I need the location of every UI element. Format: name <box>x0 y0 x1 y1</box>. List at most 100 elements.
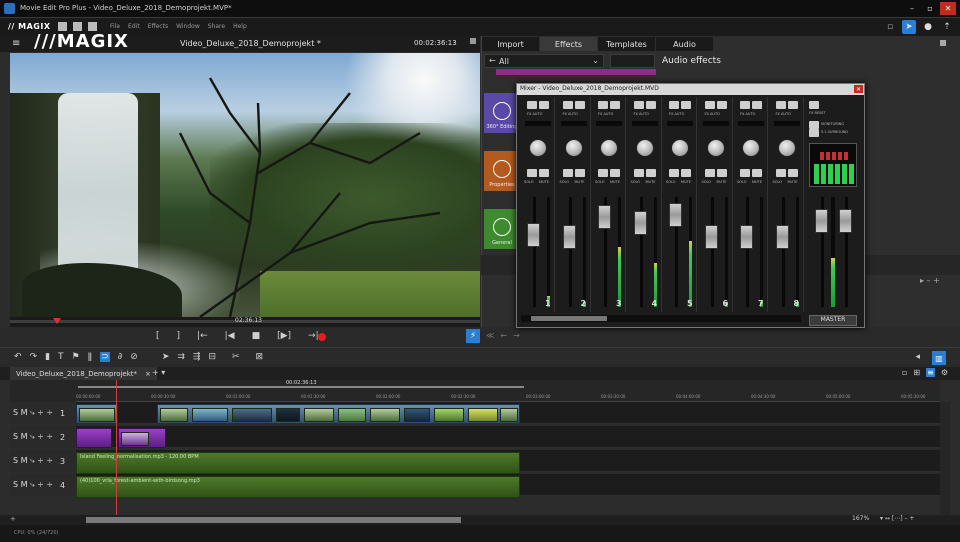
upload-icon[interactable]: ⇡ <box>940 20 954 34</box>
settings-icon[interactable]: ● <box>921 20 935 34</box>
surround-button[interactable] <box>809 129 819 137</box>
timeline-settings-icon[interactable]: ⚙ <box>941 368 948 377</box>
pan-knob[interactable] <box>564 139 583 157</box>
fx-button[interactable] <box>704 101 715 109</box>
fx-button[interactable] <box>562 101 573 109</box>
pan-knob[interactable] <box>671 139 689 157</box>
add-tab-icon[interactable]: + ▾ <box>152 368 165 377</box>
dot-icon[interactable]: ▫ <box>883 20 897 34</box>
unlink-icon[interactable]: ⊘ <box>130 352 138 362</box>
solo-button[interactable] <box>669 169 679 177</box>
transport-button-5[interactable]: [▶] <box>277 331 291 341</box>
fx-slot[interactable] <box>596 121 622 126</box>
minimize-button[interactable]: – <box>904 2 920 15</box>
ripple-icon[interactable]: ⇶ <box>193 352 201 362</box>
tab-effects[interactable]: Effects <box>540 37 597 51</box>
mute-button[interactable] <box>752 169 762 177</box>
fx-button[interactable] <box>527 101 537 109</box>
solo-button[interactable] <box>527 169 537 177</box>
transport-button-0[interactable]: [ <box>156 331 160 341</box>
volume-fader[interactable] <box>704 225 718 249</box>
range-icon[interactable]: ⊟ <box>208 352 216 362</box>
timeline-vertical-scrollbar[interactable] <box>940 402 950 515</box>
solo-button[interactable] <box>633 169 644 177</box>
fx-button[interactable] <box>610 101 620 109</box>
open-folder-icon[interactable] <box>73 22 82 31</box>
mixer-window[interactable]: Mixer - Video_Deluxe_2018_Demoprojekt.MV… <box>516 83 865 328</box>
flash-button[interactable]: ⚡ <box>466 329 480 343</box>
fx-button[interactable] <box>740 101 750 109</box>
forward-icon[interactable]: → <box>513 331 520 340</box>
volume-fader[interactable] <box>527 223 540 247</box>
fader-track[interactable] <box>746 197 749 307</box>
save-icon[interactable] <box>88 22 97 31</box>
fx-button[interactable] <box>787 101 798 109</box>
mute-button[interactable] <box>787 169 798 177</box>
collapse-icon[interactable]: ≪ <box>486 331 494 340</box>
category-1[interactable]: Properties <box>484 151 520 191</box>
scene-view-icon[interactable]: ⊞ <box>913 368 920 377</box>
marker-icon[interactable]: ⚑ <box>72 352 80 362</box>
timeline-scroll-thumb[interactable] <box>86 517 461 523</box>
fx-slot[interactable] <box>525 121 551 126</box>
pan-knob[interactable] <box>706 139 725 157</box>
title-clip[interactable] <box>76 428 112 448</box>
transport-button-3[interactable]: |◀ <box>225 331 235 341</box>
panel-options-icon[interactable] <box>940 40 946 46</box>
fx-button[interactable] <box>645 101 656 109</box>
volume-fader[interactable] <box>562 225 576 249</box>
mixer-titlebar[interactable]: Mixer - Video_Deluxe_2018_Demoprojekt.MV… <box>517 84 864 95</box>
menu-help[interactable]: Help <box>233 23 247 30</box>
solo-button[interactable] <box>562 169 573 177</box>
mute-button[interactable] <box>716 169 727 177</box>
track-controls[interactable]: S M ⤷ ÷ ÷ <box>13 480 53 490</box>
redo-icon[interactable]: ↷ <box>30 352 38 362</box>
mute-button[interactable] <box>574 169 585 177</box>
volume-fader[interactable] <box>598 205 611 229</box>
title-clip[interactable] <box>118 428 166 448</box>
timeline-horizontal-scrollbar[interactable]: + 167% ▾ ↔ [⋯] – + <box>0 515 960 525</box>
tab-templates[interactable]: Templates <box>598 37 655 51</box>
close-button[interactable]: ✕ <box>940 2 956 15</box>
menu-edit[interactable]: Edit <box>128 23 140 30</box>
magnet-icon[interactable]: ⊃ <box>100 352 110 362</box>
transport-button-4[interactable]: ■ <box>252 331 261 341</box>
mixer-close-button[interactable]: ✕ <box>854 85 863 93</box>
mute-button[interactable] <box>610 169 620 177</box>
fx-button[interactable] <box>681 101 691 109</box>
trim-icon[interactable]: ⇉ <box>177 352 185 362</box>
fader-track[interactable] <box>710 197 714 307</box>
export-range-icon[interactable]: ⊠ <box>256 352 264 362</box>
fx-button[interactable] <box>716 101 727 109</box>
mixer-scrollbar[interactable] <box>521 315 801 322</box>
record-button[interactable] <box>318 333 326 341</box>
menu-share[interactable]: Share <box>208 23 225 30</box>
volume-fader[interactable] <box>669 203 682 227</box>
master-fader-right[interactable] <box>839 209 852 233</box>
pointer-icon[interactable]: ➤ <box>162 352 170 362</box>
hamburger-menu-icon[interactable]: ≡ <box>12 38 20 49</box>
track-lane[interactable] <box>76 426 940 448</box>
fader-track[interactable] <box>568 197 572 307</box>
mixer-toggle-button[interactable]: ▥ <box>932 351 946 365</box>
volume-fader[interactable] <box>633 211 647 235</box>
video-clip[interactable] <box>157 404 520 424</box>
mixer-scroll-thumb[interactable] <box>531 316 607 321</box>
transport-button-2[interactable]: |← <box>197 331 208 341</box>
track-controls[interactable]: S M ⤷ ÷ ÷ <box>13 432 53 442</box>
solo-button[interactable] <box>775 169 786 177</box>
mute-button[interactable] <box>539 169 549 177</box>
playback-scrubber[interactable]: 02:36:13 <box>10 317 480 327</box>
back-arrow-icon[interactable]: ← <box>489 56 496 65</box>
video-preview[interactable] <box>10 53 480 317</box>
maximize-button[interactable]: ▫ <box>922 2 938 15</box>
volume-fader[interactable] <box>740 225 753 249</box>
fx-button[interactable] <box>669 101 679 109</box>
pan-knob[interactable] <box>529 139 547 157</box>
menu-file[interactable]: File <box>110 23 120 30</box>
master-fader-left[interactable] <box>815 209 828 233</box>
tab-import[interactable]: Import <box>482 37 539 51</box>
fx-button[interactable] <box>598 101 608 109</box>
ruler-range-bar[interactable] <box>78 386 524 388</box>
track-controls[interactable]: S M ⤷ ÷ ÷ <box>13 456 53 466</box>
